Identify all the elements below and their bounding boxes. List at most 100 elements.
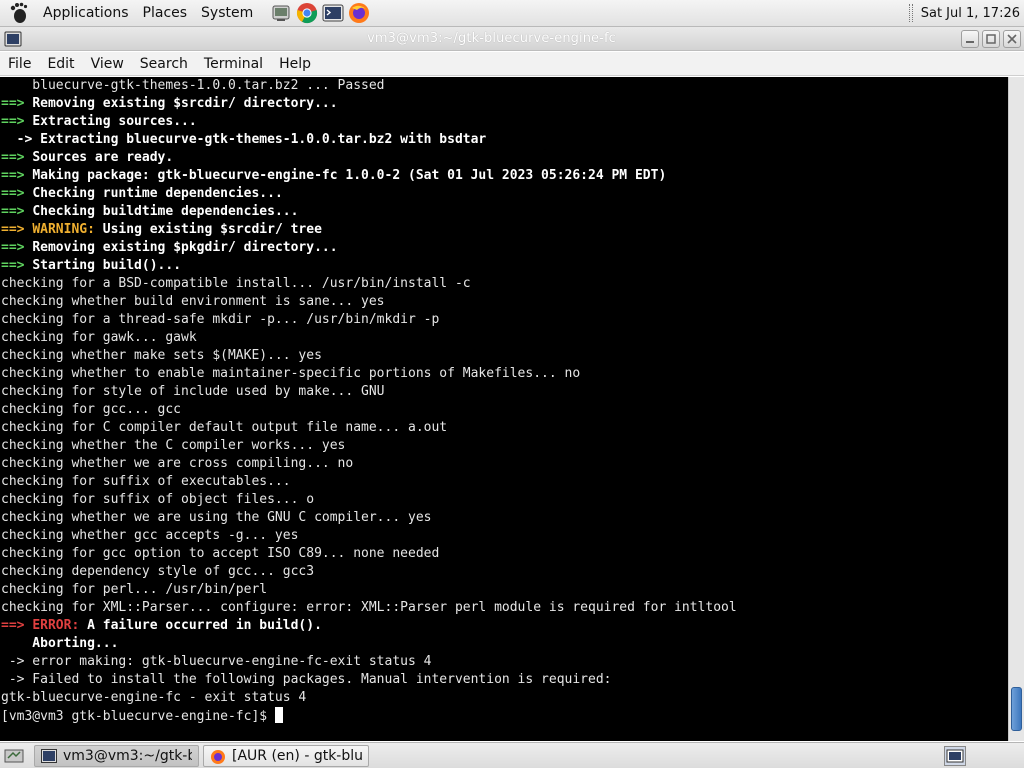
terminal-window-icon[interactable] bbox=[4, 31, 22, 47]
system-menu[interactable]: System bbox=[194, 5, 260, 21]
terminal-text: checking dependency style of gcc... gcc3 bbox=[1, 564, 315, 579]
terminal-line: checking for style of include used by ma… bbox=[1, 383, 1008, 401]
terminal-text: Making package: gtk-bluecurve-engine-fc … bbox=[32, 168, 667, 183]
taskbar-label: [AUR (en) - gtk-blue... bbox=[232, 747, 362, 764]
terminal-text: checking for gawk... gawk bbox=[1, 330, 197, 345]
scrollbar-thumb[interactable] bbox=[1011, 687, 1022, 731]
terminal-output[interactable]: bluecurve-gtk-themes-1.0.0.tar.bz2 ... P… bbox=[0, 77, 1008, 741]
terminal-line: -> error making: gtk-bluecurve-engine-fc… bbox=[1, 653, 1008, 671]
terminal-line: ==> WARNING: Using existing $srcdir/ tre… bbox=[1, 221, 1008, 239]
terminal-text: -> error making: gtk-bluecurve-engine-fc… bbox=[1, 654, 432, 669]
terminal-line: -> Extracting bluecurve-gtk-themes-1.0.0… bbox=[1, 131, 1008, 149]
terminal-text: ERROR: bbox=[32, 618, 80, 633]
terminal-text: checking whether to enable maintainer-sp… bbox=[1, 366, 581, 381]
terminal-line: checking for gcc option to accept ISO C8… bbox=[1, 545, 1008, 563]
terminal-text: Removing existing $srcdir/ directory... bbox=[32, 96, 338, 111]
chrome-icon[interactable] bbox=[296, 2, 318, 24]
places-menu[interactable]: Places bbox=[136, 5, 195, 21]
shell-prompt: [vm3@vm3 gtk-bluecurve-engine-fc]$ bbox=[1, 709, 275, 724]
terminal-text: checking for gcc... gcc bbox=[1, 402, 182, 417]
menu-edit[interactable]: Edit bbox=[39, 56, 82, 72]
terminal-text: checking whether the C compiler works...… bbox=[1, 438, 346, 453]
terminal-text: checking for suffix of executables... bbox=[1, 474, 291, 489]
taskbar-terminal[interactable]: vm3@vm3:~/gtk-bl... bbox=[34, 744, 199, 767]
terminal-line: checking whether gcc accepts -g... yes bbox=[1, 527, 1008, 545]
terminal-text: ==> bbox=[1, 204, 33, 219]
terminal-text: checking whether we are using the GNU C … bbox=[1, 510, 432, 525]
terminal-text: checking for a thread-safe mkdir -p... /… bbox=[1, 312, 440, 327]
terminal-text: checking whether we are cross compiling.… bbox=[1, 456, 354, 471]
close-button[interactable] bbox=[1003, 29, 1021, 48]
firefox-icon[interactable] bbox=[348, 2, 370, 24]
gnome-foot-icon[interactable] bbox=[8, 2, 30, 24]
terminal-line: bluecurve-gtk-themes-1.0.0.tar.bz2 ... P… bbox=[1, 77, 1008, 95]
terminal-text: Sources are ready. bbox=[32, 150, 174, 165]
terminal-line: ==> Removing existing $pkgdir/ directory… bbox=[1, 239, 1008, 257]
prompt-line[interactable]: [vm3@vm3 gtk-bluecurve-engine-fc]$ bbox=[1, 707, 1008, 725]
terminal-text: ==> bbox=[1, 618, 33, 633]
terminal-text: checking for style of include used by ma… bbox=[1, 384, 385, 399]
menu-view[interactable]: View bbox=[83, 56, 132, 72]
terminal-text: ==> bbox=[1, 150, 33, 165]
terminal-text: ==> bbox=[1, 186, 33, 201]
terminal-line: ==> Checking buildtime dependencies... bbox=[1, 203, 1008, 221]
top-panel: Applications Places System Sat Jul 1, 17… bbox=[0, 0, 1024, 27]
terminal-text: checking for a BSD-compatible install...… bbox=[1, 276, 471, 291]
terminal-line: ==> Making package: gtk-bluecurve-engine… bbox=[1, 167, 1008, 185]
terminal-line: checking whether to enable maintainer-sp… bbox=[1, 365, 1008, 383]
terminal-line: checking whether we are using the GNU C … bbox=[1, 509, 1008, 527]
terminal-text: WARNING: bbox=[32, 222, 95, 237]
terminal-line: checking for XML::Parser... configure: e… bbox=[1, 599, 1008, 617]
bottom-panel: vm3@vm3:~/gtk-bl... [AUR (en) - gtk-blue… bbox=[0, 742, 1024, 768]
terminal-text: ==> bbox=[1, 222, 33, 237]
terminal-icon[interactable] bbox=[322, 2, 344, 24]
terminal-text: Aborting... bbox=[1, 636, 119, 651]
minimize-button[interactable] bbox=[961, 29, 979, 48]
terminal-line: checking for suffix of executables... bbox=[1, 473, 1008, 491]
menu-help[interactable]: Help bbox=[271, 56, 319, 72]
terminal-line: Aborting... bbox=[1, 635, 1008, 653]
terminal-line: checking for suffix of object files... o bbox=[1, 491, 1008, 509]
window-title: vm3@vm3:~/gtk-bluecurve-engine-fc bbox=[367, 31, 616, 46]
terminal-text: Checking buildtime dependencies... bbox=[32, 204, 299, 219]
terminal-line: checking for a BSD-compatible install...… bbox=[1, 275, 1008, 293]
terminal-line: ==> Sources are ready. bbox=[1, 149, 1008, 167]
clock[interactable]: Sat Jul 1, 17:26 bbox=[921, 6, 1020, 21]
terminal-text: checking for suffix of object files... o bbox=[1, 492, 315, 507]
terminal-text: checking whether gcc accepts -g... yes bbox=[1, 528, 299, 543]
terminal-line: checking whether build environment is sa… bbox=[1, 293, 1008, 311]
show-desktop-icon[interactable] bbox=[2, 745, 26, 767]
terminal-text: -> Extracting bluecurve-gtk-themes-1.0.0… bbox=[1, 132, 487, 147]
system-monitor-icon[interactable] bbox=[270, 2, 292, 24]
terminal-line: ==> Starting build()... bbox=[1, 257, 1008, 275]
workspace-switcher[interactable] bbox=[944, 745, 966, 766]
taskbar-firefox[interactable]: [AUR (en) - gtk-blue... bbox=[203, 744, 369, 767]
terminal-line: checking whether make sets $(MAKE)... ye… bbox=[1, 347, 1008, 365]
maximize-button[interactable] bbox=[982, 29, 1000, 48]
terminal-line: ==> Checking runtime dependencies... bbox=[1, 185, 1008, 203]
terminal-line: gtk-bluecurve-engine-fc - exit status 4 bbox=[1, 689, 1008, 707]
menu-terminal[interactable]: Terminal bbox=[196, 56, 271, 72]
window-titlebar[interactable]: vm3@vm3:~/gtk-bluecurve-engine-fc bbox=[0, 27, 1024, 51]
panel-handle[interactable] bbox=[908, 4, 913, 22]
terminal-line: checking for perl... /usr/bin/perl bbox=[1, 581, 1008, 599]
terminal-text: checking whether make sets $(MAKE)... ye… bbox=[1, 348, 322, 363]
text-cursor bbox=[274, 707, 283, 723]
menu-search[interactable]: Search bbox=[132, 56, 196, 72]
terminal-text: Checking runtime dependencies... bbox=[32, 186, 283, 201]
terminal-text: -> Failed to install the following packa… bbox=[1, 672, 612, 687]
terminal-text: Using existing $srcdir/ tree bbox=[94, 222, 322, 237]
terminal-line: checking for gcc... gcc bbox=[1, 401, 1008, 419]
terminal-line: -> Failed to install the following packa… bbox=[1, 671, 1008, 689]
terminal-text: ==> bbox=[1, 168, 33, 183]
applications-menu[interactable]: Applications bbox=[36, 5, 136, 21]
terminal-text: checking for C compiler default output f… bbox=[1, 420, 448, 435]
terminal-text: A failure occurred in build(). bbox=[79, 618, 322, 633]
terminal-text: ==> bbox=[1, 258, 33, 273]
terminal-line: ==> ERROR: A failure occurred in build()… bbox=[1, 617, 1008, 635]
terminal-line: checking for C compiler default output f… bbox=[1, 419, 1008, 437]
terminal-text: ==> bbox=[1, 240, 33, 255]
menu-file[interactable]: File bbox=[0, 56, 39, 72]
terminal-text: ==> bbox=[1, 114, 33, 129]
terminal-scrollbar[interactable] bbox=[1008, 77, 1024, 741]
